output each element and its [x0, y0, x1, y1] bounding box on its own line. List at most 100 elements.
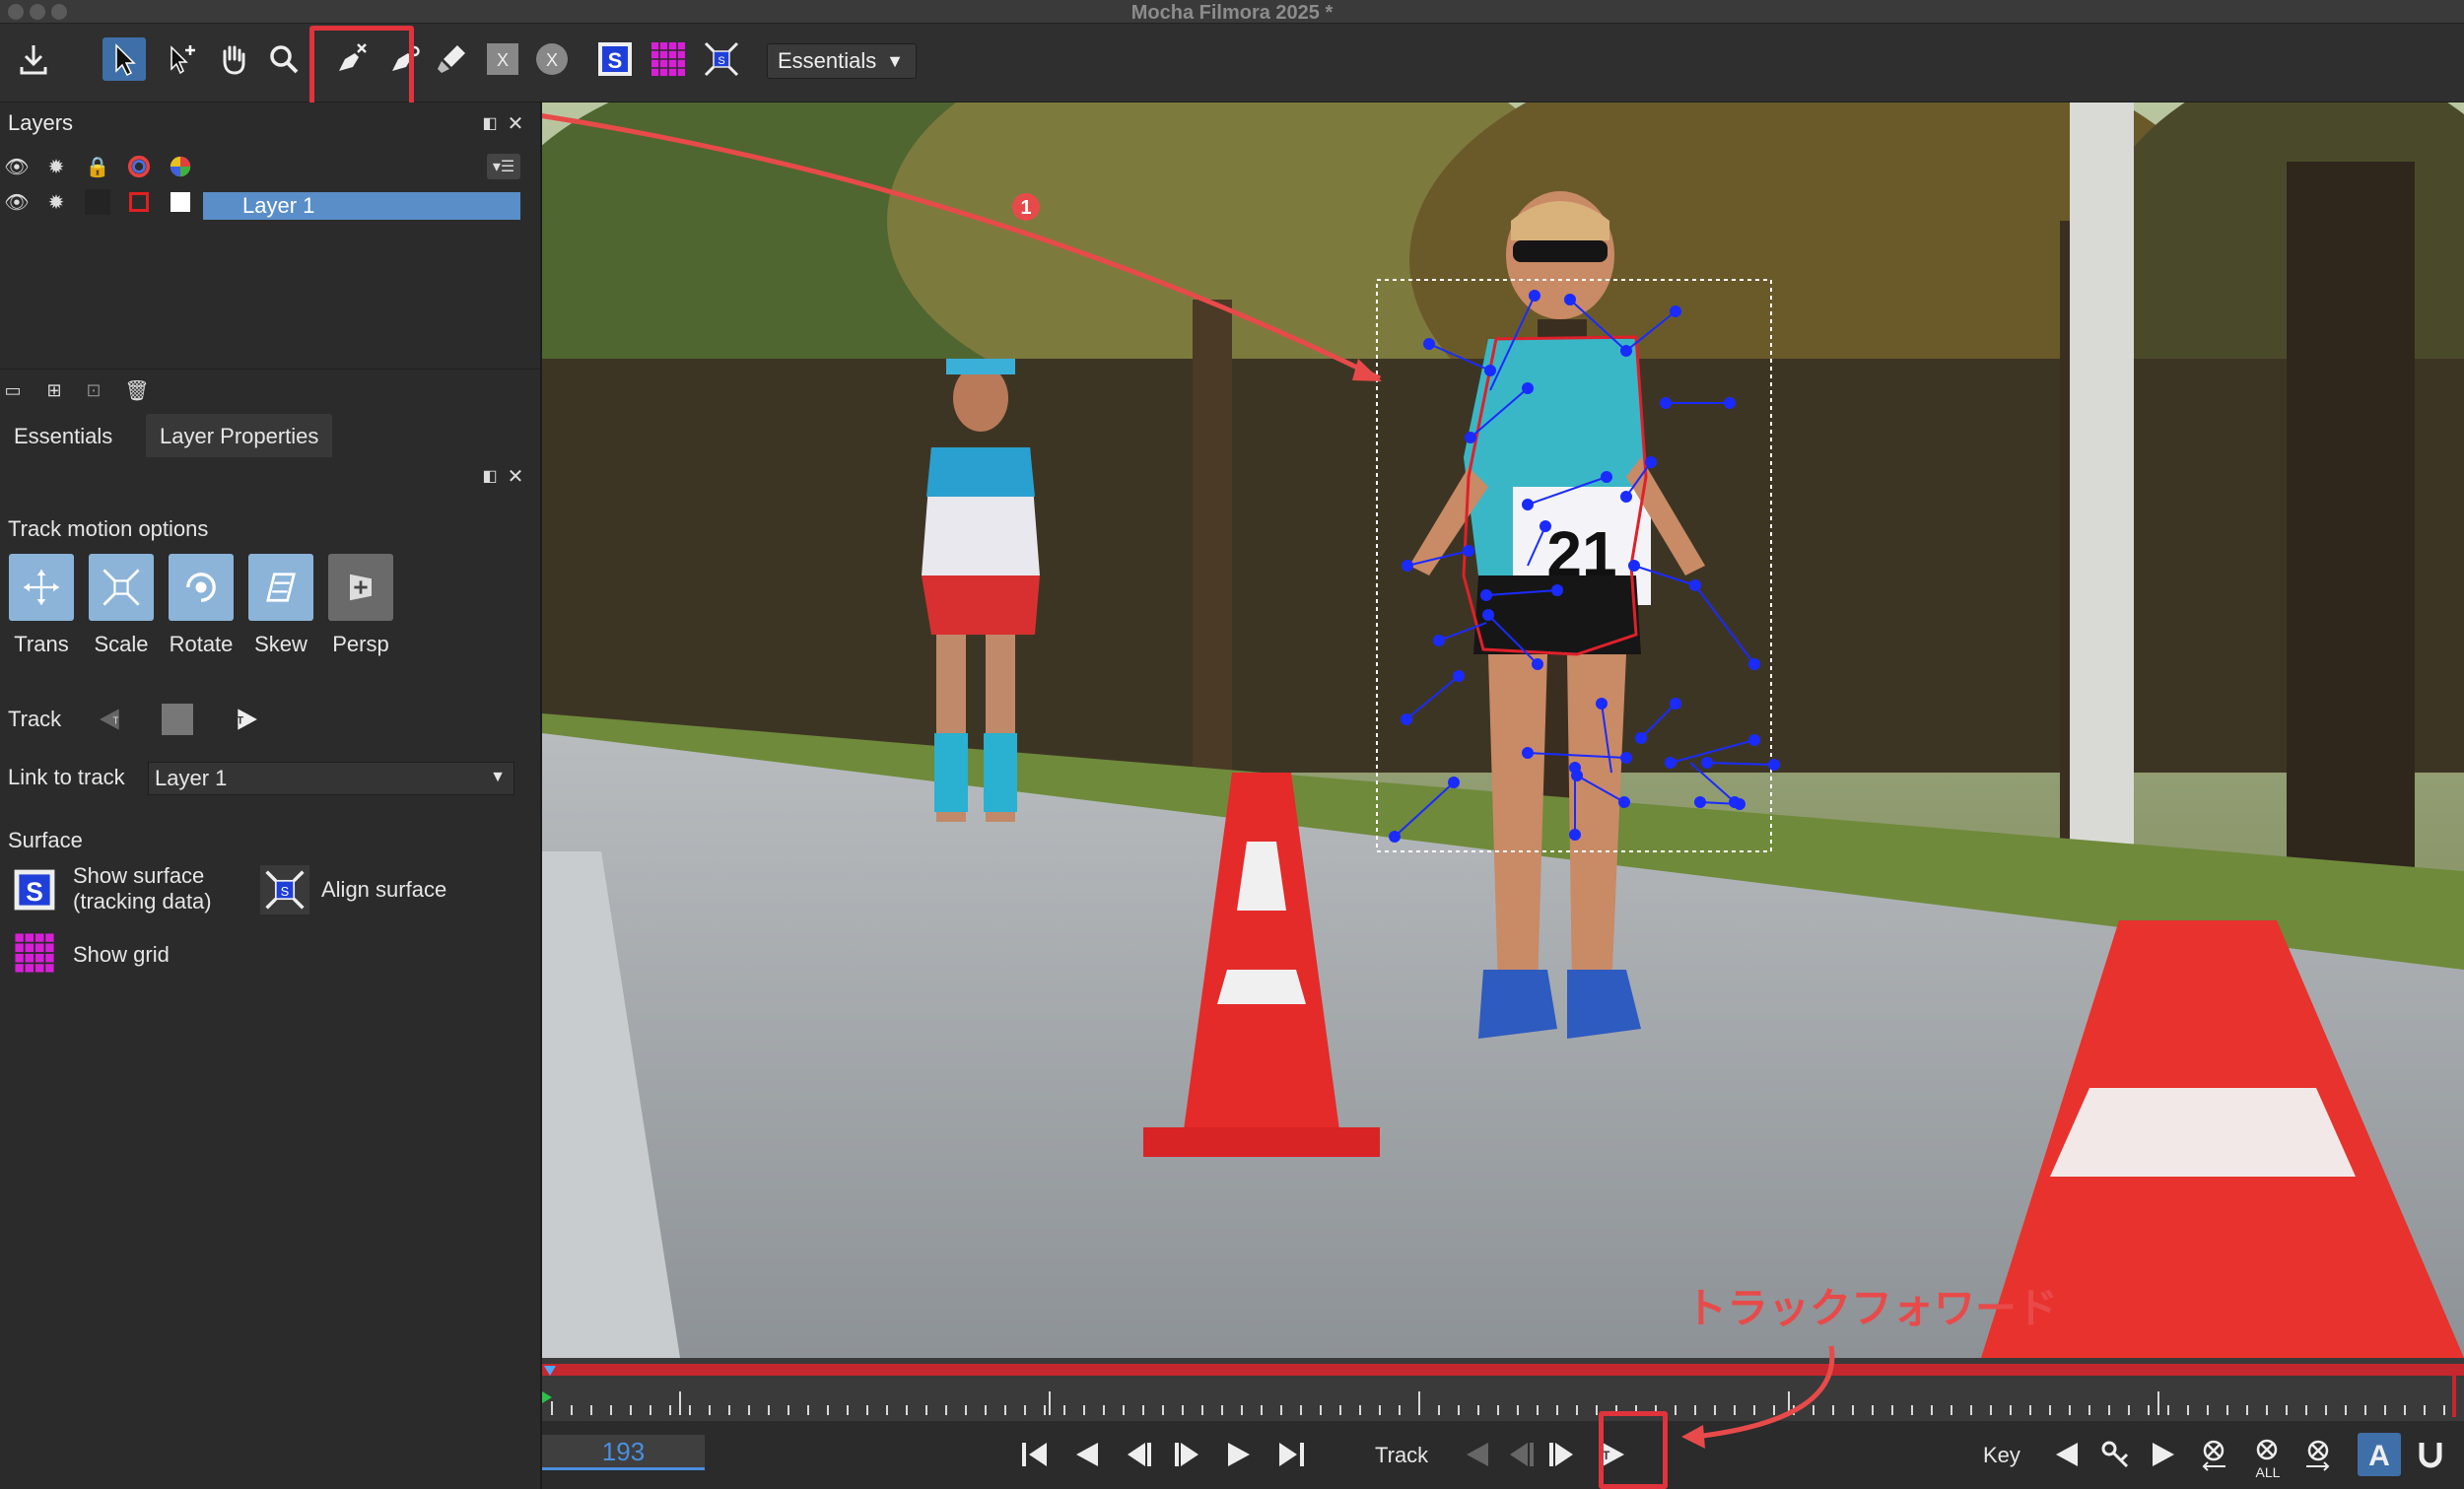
left-panel: Layers ◧ ✕ 👁 ✹ 🔒 ▾☰ 👁 ✹ Layer 1 ▭ ⊞ ⊡ 🗑 … [0, 102, 542, 1489]
layer-name[interactable]: Layer 1 [203, 192, 520, 220]
prev-key-icon[interactable] [2044, 1433, 2088, 1476]
svg-text:X: X [546, 50, 558, 70]
lock-toggle-icon[interactable] [85, 189, 110, 215]
track-backward-icon[interactable] [1455, 1433, 1498, 1476]
step-backward-icon[interactable] [1116, 1433, 1159, 1476]
track-label: Track [8, 707, 62, 731]
link-to-track-label: Link to track [8, 765, 125, 789]
transport-track-label: Track [1375, 1443, 1429, 1467]
matte-color-icon[interactable] [126, 154, 152, 179]
track-backward-step-icon[interactable] [1498, 1433, 1541, 1476]
delete-key-forward-icon[interactable] [2296, 1433, 2340, 1476]
play-backward-icon[interactable] [1064, 1433, 1108, 1476]
track-forward-annotation: トラックフォワード [1685, 1284, 2059, 1332]
link-to-track-select[interactable]: Layer 1 ▼ [148, 762, 514, 795]
duplicate-layer-icon[interactable]: ⊡ [81, 377, 106, 403]
add-point-icon[interactable] [160, 37, 203, 81]
tab-essentials[interactable]: Essentials [0, 414, 126, 457]
track-motion-title: Track motion options [8, 516, 209, 541]
export-icon[interactable] [12, 37, 55, 81]
transport-bar: 193 Track T Key ALL A [542, 1421, 2464, 1489]
color-wheel-icon[interactable] [168, 154, 193, 179]
layer-row[interactable]: 👁 ✹ Layer 1 [0, 189, 540, 223]
panel-tabs: Essentials Layer Properties [0, 414, 540, 457]
play-forward-icon[interactable] [1218, 1433, 1262, 1476]
scale-toggle[interactable] [89, 554, 154, 621]
frame-number-field[interactable]: 193 [542, 1435, 705, 1470]
layers-panel-title: Layers [8, 110, 74, 135]
new-group-icon[interactable]: ▭ [0, 377, 26, 403]
svg-text:S: S [608, 48, 623, 73]
bezier-layer-icon[interactable]: X [530, 37, 574, 81]
key-label: Key [1983, 1443, 2020, 1467]
timeline-bar[interactable] [542, 1358, 2464, 1421]
timeline-ruler [542, 1364, 2456, 1417]
svg-text:X: X [497, 50, 509, 70]
scale-icon [103, 569, 140, 606]
window-title: Mocha Filmora 2025 * [1130, 2, 1334, 24]
gear-icon[interactable]: ✹ [43, 189, 69, 215]
link-to-track-value: Layer 1 [155, 766, 228, 790]
surface-title: Surface [8, 828, 83, 852]
go-to-start-icon[interactable] [1013, 1433, 1057, 1476]
select-icon[interactable] [103, 37, 146, 81]
rotate-toggle[interactable] [169, 554, 234, 621]
persp-toggle[interactable] [328, 554, 393, 621]
viewer-canvas[interactable]: 21 1 トラックフォワード [542, 102, 2464, 1358]
magnet-icon[interactable] [2409, 1433, 2452, 1476]
perspective-icon [350, 574, 372, 601]
go-to-end-icon[interactable] [1269, 1433, 1313, 1476]
show-surface-icon[interactable]: S [593, 37, 637, 81]
float-panel-icon[interactable]: ◧ [477, 110, 503, 136]
spline-color-swatch[interactable] [126, 189, 152, 215]
svg-text:A: A [2368, 1440, 2390, 1472]
chevron-down-icon: ▼ [490, 769, 506, 785]
hand-icon[interactable] [211, 37, 254, 81]
align-surface-icon[interactable]: S [700, 37, 743, 81]
lock-icon[interactable]: 🔒 [85, 154, 110, 179]
close-panel-icon[interactable]: ✕ [503, 463, 528, 489]
show-grid-button[interactable] [10, 928, 59, 978]
track-forward-icon[interactable]: T [231, 702, 266, 737]
stop-icon[interactable] [160, 702, 195, 737]
auto-key-toggle[interactable]: A [2358, 1433, 2401, 1476]
brush-icon[interactable] [430, 37, 473, 81]
delete-key-back-icon[interactable] [2192, 1433, 2235, 1476]
title-bar: Mocha Filmora 2025 * [0, 0, 2464, 24]
next-key-icon[interactable] [2143, 1433, 2186, 1476]
trash-icon[interactable]: 🗑 [124, 377, 150, 403]
x-spline-layer-icon[interactable]: X [481, 37, 524, 81]
track-backward-icon[interactable]: T [91, 702, 126, 737]
add-key-icon[interactable] [2093, 1433, 2137, 1476]
visibility-icon[interactable]: 👁 [4, 189, 30, 215]
skew-toggle[interactable] [248, 554, 313, 621]
workspace-value: Essentials [778, 48, 877, 73]
scale-label: Scale [94, 632, 149, 656]
rotate-label: Rotate [169, 632, 234, 656]
workspace-select[interactable]: Essentials ▼ [767, 43, 917, 79]
layer-actions-bar: ▭ ⊞ ⊡ 🗑 [0, 369, 540, 410]
step-badge-text: 1 [1020, 197, 1031, 219]
visibility-icon[interactable]: 👁 [4, 154, 30, 179]
float-panel-icon[interactable]: ◧ [477, 463, 503, 489]
new-layer-icon[interactable]: ⊞ [41, 377, 67, 403]
trans-label: Trans [14, 632, 69, 656]
trans-toggle[interactable] [9, 554, 74, 621]
align-surface-button[interactable]: S [260, 865, 309, 914]
align-surface-label: Align surface [321, 877, 447, 902]
close-panel-icon[interactable]: ✕ [503, 110, 528, 136]
show-grid-label: Show grid [73, 942, 170, 967]
step-forward-icon[interactable] [1167, 1433, 1210, 1476]
show-surface-button[interactable]: S [10, 865, 59, 914]
layer-header-row: 👁 ✹ 🔒 ▾☰ [0, 154, 540, 187]
show-grid-icon[interactable] [647, 37, 690, 81]
zoom-icon[interactable] [262, 37, 306, 81]
gear-icon[interactable]: ✹ [43, 154, 69, 179]
layer-menu-icon[interactable]: ▾☰ [487, 154, 520, 179]
playhead-marker [544, 1366, 556, 1376]
skew-label: Skew [254, 632, 308, 656]
track-forward-step-icon[interactable] [1541, 1433, 1585, 1476]
tab-layer-properties[interactable]: Layer Properties [146, 414, 333, 457]
svg-text:T: T [112, 715, 118, 726]
matte-color-swatch[interactable] [168, 189, 193, 215]
